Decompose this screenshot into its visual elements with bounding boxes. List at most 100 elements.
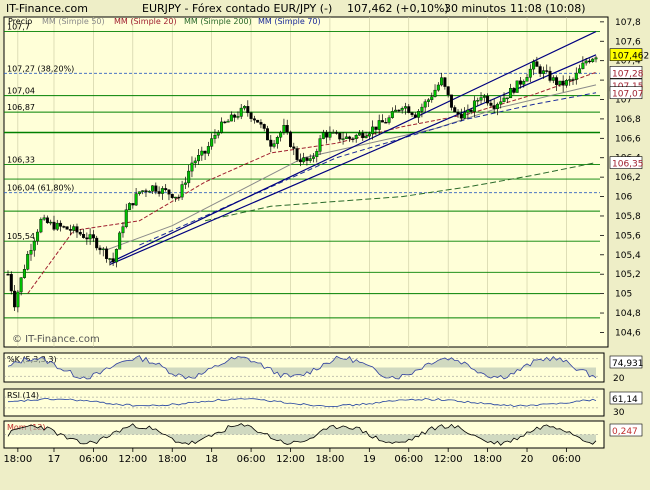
candle-body [249,112,253,119]
ytick-label: 106,8 [615,115,641,125]
ytick-label: 106,2 [615,173,641,183]
candle-body [52,221,56,230]
candle-body [233,114,237,118]
xtick-label: 06:00 [237,454,266,465]
candle-body [505,97,509,100]
candle-body [587,60,591,63]
candle-body [515,80,519,93]
candle-body [397,109,401,112]
candle-body [578,68,582,74]
candle-body [183,182,187,185]
candle-body [82,233,86,238]
xtick-label: 12:00 [276,454,305,465]
candle-body [239,107,243,117]
candle-body [252,118,256,121]
legend-price: Precio [8,17,32,26]
candle-body [558,80,562,85]
candle-body [528,68,532,78]
xtick-label: 18:00 [473,454,502,465]
candle-body [16,291,20,308]
candle-body [574,72,578,80]
candle-body [331,132,335,134]
candle-body [279,132,283,138]
candle-body [65,226,69,230]
candle-body [532,61,536,70]
candle-body [187,170,191,184]
candle-body [469,109,473,112]
candle-body [354,135,358,139]
candle-body [535,61,539,67]
sr-label: 106,87 [7,103,35,112]
candle-body [164,188,168,191]
candle-body [328,132,332,138]
candle-body [581,62,585,69]
candle-body [75,226,79,233]
candle-body [305,157,309,161]
candle-body [400,108,404,111]
candle-body [308,158,312,161]
candle-body [292,146,296,149]
candle-body [298,159,302,163]
candle-body [430,96,434,101]
candle-body [256,119,260,123]
candle-body [302,157,306,163]
candle-body [141,190,145,192]
ytick-label: 105,2 [615,270,641,280]
candle-body [45,217,49,224]
candle-body [131,203,135,206]
candle-body [311,156,315,159]
candle-body [502,97,506,102]
legend: Precio MM (Simple 50) MM (Simple 20) MM … [8,17,321,26]
candle-body [357,133,361,136]
candle-body [137,191,141,194]
candle-body [509,88,513,99]
legend-mm70: MM (Simple 70) [258,17,321,26]
candle-body [229,114,233,122]
candle-body [128,203,132,210]
candle-body [49,221,53,224]
candle-body [226,120,230,123]
xtick-label: 17 [48,454,61,465]
candle-body [174,196,178,199]
candle-body [243,106,247,109]
candle-body [426,99,430,102]
candle-body [367,133,371,137]
candle-body [118,232,122,250]
candle-body [440,77,444,86]
candle-body [42,217,46,220]
indicator-low-label: 20 [613,374,625,384]
indicator-low-label: 30 [613,408,625,418]
chart-time: 11:08 (10:08) [510,2,585,15]
eurjpy-chart: IT-Finance.com EURJPY - Fórex contado EU… [3,2,649,465]
ytick-label: 107,8 [615,18,641,28]
candle-body [410,112,414,115]
candle-body [489,102,493,106]
candle-body [384,121,388,124]
candle-body [114,249,118,263]
candle-body [486,96,490,104]
candle-body [551,77,555,81]
candle-body [413,114,417,118]
ytick-label: 105,6 [615,231,641,241]
legend-mm50: MM (Simple 50) [42,17,105,26]
candle-body [266,128,270,141]
indicator-value: 74,931 [612,359,644,369]
candle-body [210,138,214,147]
ytick-label: 106,6 [615,134,641,144]
candle-body [121,226,125,234]
candle-body [72,226,76,231]
indicator-panel [3,388,605,417]
legend-mm20: MM (Simple 20) [114,17,177,26]
candle-body [29,250,33,255]
candle-body [341,138,345,140]
indicator-panels: %K (5,3,3,3)74,93120RSI (14)61,1430Mom (… [3,352,644,449]
chart-quote: 107,462 (+0,10%) [347,2,449,15]
ytick-label: 107,6 [615,37,641,47]
candle-body [9,274,13,292]
sr-label: 106,04 (61,80%) [7,184,74,193]
candle-body [88,234,92,240]
candle-body [420,106,424,112]
legend-mm200: MM (Simple 200) [184,17,252,26]
candle-body [98,247,102,251]
candle-body [108,258,112,260]
